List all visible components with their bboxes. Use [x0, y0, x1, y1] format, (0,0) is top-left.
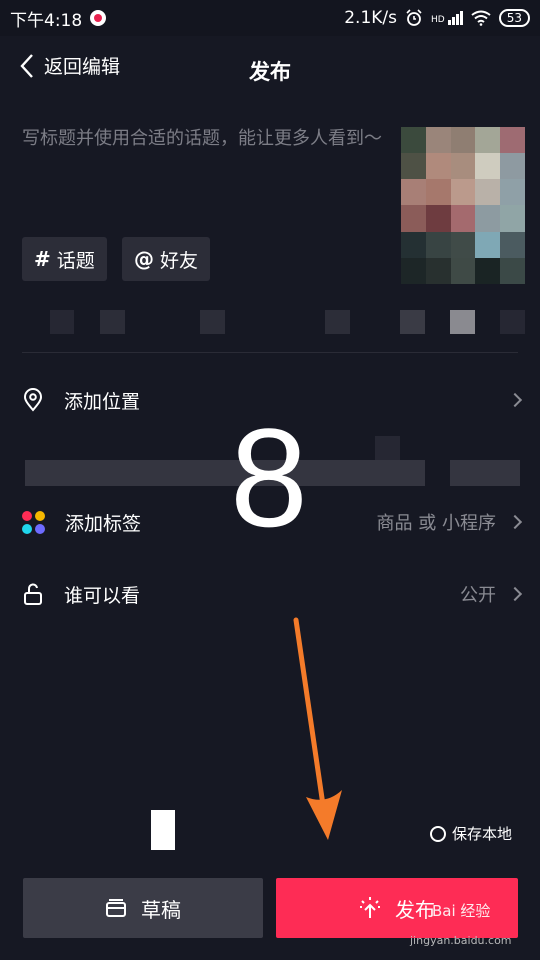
blur-artifact — [100, 310, 125, 334]
thumbnail-pixel — [425, 231, 451, 258]
blur-artifact — [151, 810, 175, 850]
thumbnail-pixel — [500, 153, 525, 180]
blur-artifact — [325, 310, 350, 334]
radio-icon — [430, 825, 446, 842]
chevron-right-icon — [507, 392, 523, 408]
blur-artifact — [450, 460, 520, 486]
save-local-label: 保存本地 — [452, 825, 513, 843]
status-left: 下午4:18 — [10, 6, 107, 31]
draft-button[interactable]: 草稿 — [23, 878, 263, 938]
header: 返回编辑 发布 — [0, 36, 540, 104]
draft-label: 草稿 — [141, 897, 181, 922]
blur-artifact — [400, 310, 425, 334]
thumbnail-pixel — [475, 205, 501, 232]
publish-label: 发布 — [395, 897, 435, 922]
network-speed: 2.1K/s — [344, 8, 398, 28]
thumbnail-pixel — [401, 231, 426, 258]
hd-text: HD — [431, 15, 445, 25]
thumbnail-pixel — [475, 179, 501, 206]
visibility-label: 谁可以看 — [64, 584, 141, 607]
cover-thumbnail[interactable] — [401, 127, 525, 284]
thumbnail-pixel — [401, 127, 426, 154]
thumbnail-pixel — [425, 179, 451, 206]
thumbnail-pixel — [401, 153, 426, 180]
thumbnail-pixel — [450, 231, 476, 258]
friend-chip-label: 好友 — [160, 249, 199, 272]
thumbnail-pixel — [425, 257, 451, 284]
baidu-watermark: Bai 经验 jingyan.baidu.com — [410, 900, 512, 947]
add-tags-value: 商品 或 小程序 — [376, 513, 496, 534]
at-icon: @ — [134, 247, 154, 271]
thumbnail-pixel — [401, 179, 426, 206]
blur-artifact — [500, 310, 525, 334]
save-local-toggle[interactable]: 保存本地 — [430, 823, 512, 844]
blur-artifact — [375, 436, 400, 460]
add-tags-row[interactable]: 添加标签 商品 或 小程序 — [22, 502, 523, 542]
watermark-text: Bai 经验 — [432, 902, 491, 920]
topic-chip-button[interactable]: # 话题 — [22, 237, 107, 281]
thumbnail-pixel — [475, 153, 501, 180]
thumbnail-pixel — [450, 127, 476, 154]
thumbnail-pixel — [450, 179, 476, 206]
hd-signal-icon: HD — [431, 11, 463, 25]
thumbnail-pixel — [500, 179, 525, 206]
thumbnail-pixel — [450, 257, 476, 284]
blur-artifact — [200, 310, 225, 334]
status-right: 2.1K/s HD 53 — [344, 8, 530, 28]
thumbnail-pixel — [500, 231, 525, 258]
blur-artifact — [50, 310, 74, 334]
annotation-arrow — [293, 617, 342, 840]
app-notification-icon — [90, 10, 107, 26]
thumbnail-pixel — [401, 205, 426, 232]
battery-indicator: 53 — [498, 9, 530, 27]
unlock-icon — [24, 583, 42, 605]
hashtag-icon: # — [34, 247, 51, 271]
thumbnail-pixel — [500, 205, 525, 232]
blur-artifact — [25, 460, 425, 486]
tags-color-icon — [22, 510, 45, 534]
title-description-input[interactable]: 写标题并使用合适的话题，能让更多人看到～ — [22, 126, 382, 152]
thumbnail-pixel — [475, 257, 501, 284]
section-divider — [22, 352, 518, 353]
wifi-icon — [471, 10, 491, 26]
thumbnail-pixel — [425, 153, 451, 180]
chevron-right-icon — [507, 514, 523, 530]
status-bar: 下午4:18 2.1K/s HD 53 — [0, 0, 540, 36]
page-title: 发布 — [249, 60, 291, 84]
draft-box-icon — [106, 899, 126, 917]
alarm-icon — [406, 9, 422, 26]
thumbnail-pixel — [500, 257, 525, 284]
add-tags-label: 添加标签 — [65, 512, 142, 535]
visibility-row[interactable]: 谁可以看 公开 — [22, 574, 523, 614]
blur-artifact — [450, 310, 475, 334]
thumbnail-pixel — [450, 153, 476, 180]
add-location-label: 添加位置 — [64, 390, 141, 413]
thumbnail-pixel — [425, 127, 451, 154]
publish-spark-icon — [360, 897, 380, 918]
watermark-url: jingyan.baidu.com — [410, 934, 512, 947]
thumbnail-pixel — [500, 127, 525, 154]
chevron-right-icon — [507, 586, 523, 602]
thumbnail-pixel — [425, 205, 451, 232]
friend-chip-button[interactable]: @ 好友 — [122, 237, 211, 281]
thumbnail-pixel — [475, 127, 501, 154]
thumbnail-pixel — [450, 205, 476, 232]
status-time: 下午4:18 — [10, 10, 83, 31]
thumbnail-pixel — [401, 257, 426, 284]
topic-chip-label: 话题 — [56, 249, 95, 272]
thumbnail-pixel — [475, 231, 501, 258]
location-pin-icon — [23, 388, 43, 412]
visibility-value: 公开 — [460, 585, 496, 606]
